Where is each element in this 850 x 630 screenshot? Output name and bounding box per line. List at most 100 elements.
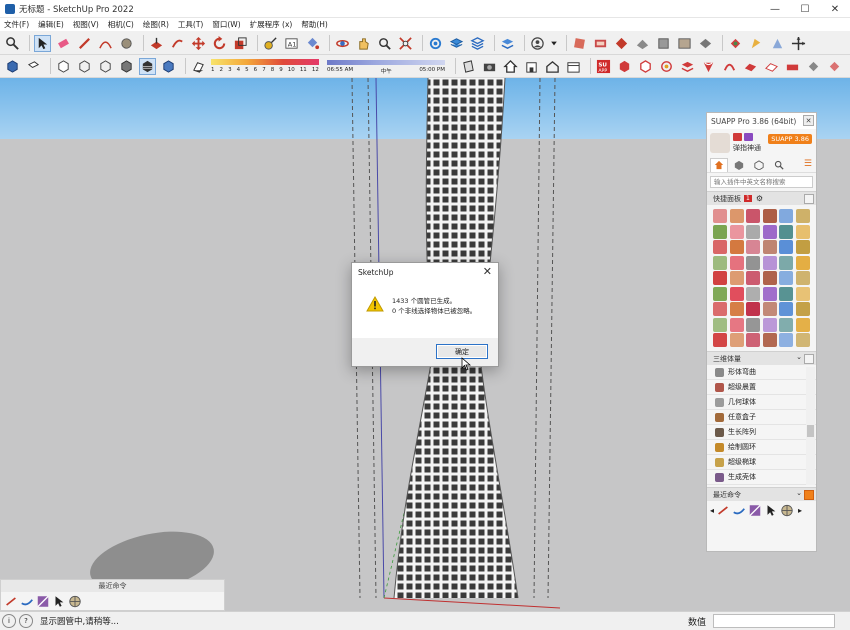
suapp-tool-7-icon[interactable] xyxy=(742,58,759,75)
recent-commands-header[interactable]: 最近命令 ⌄ xyxy=(707,487,816,501)
menu-edit[interactable]: 编辑(E) xyxy=(38,19,64,30)
menu-draw[interactable]: 绘图(R) xyxy=(143,19,169,30)
pan-hand-icon[interactable] xyxy=(355,35,372,52)
menu-window[interactable]: 窗口(W) xyxy=(212,19,240,30)
quick-tool-icon[interactable] xyxy=(779,333,793,347)
suapp-close-button[interactable]: ✕ xyxy=(803,115,814,126)
quick-tool-icon[interactable] xyxy=(762,240,777,254)
tool-plugin-8-icon[interactable] xyxy=(727,35,744,52)
rotate-icon[interactable] xyxy=(211,35,228,52)
quick-tool-icon[interactable] xyxy=(779,271,793,285)
suapp-tool-1-icon[interactable] xyxy=(616,58,633,75)
tool-list-item[interactable]: 绘制圆环 xyxy=(707,440,816,455)
tool-plugin-3-icon[interactable] xyxy=(613,35,630,52)
quick-tool-icon[interactable] xyxy=(713,209,727,223)
zoom-window-icon[interactable] xyxy=(376,35,393,52)
quick-tool-icon[interactable] xyxy=(795,224,810,239)
text-icon[interactable]: A1 xyxy=(283,35,300,52)
quick-tool-icon[interactable] xyxy=(713,286,727,301)
suapp-logo-icon[interactable]: SU APP xyxy=(595,58,612,75)
house-outline-icon[interactable] xyxy=(544,58,561,75)
recent-slash-icon[interactable] xyxy=(36,594,50,608)
scale-icon[interactable] xyxy=(232,35,249,52)
suapp-tool-11-icon[interactable] xyxy=(826,58,843,75)
menu-help[interactable]: 帮助(H) xyxy=(301,19,328,30)
tape-measure-icon[interactable] xyxy=(262,35,279,52)
recent-slash-icon[interactable] xyxy=(748,503,762,517)
avatar[interactable] xyxy=(710,133,730,153)
style-xray-icon[interactable] xyxy=(55,58,72,75)
quick-tool-icon[interactable] xyxy=(779,240,793,254)
quick-tool-icon[interactable] xyxy=(779,255,793,270)
quick-tool-icon[interactable] xyxy=(762,255,777,270)
suapp-tool-5-icon[interactable] xyxy=(700,58,717,75)
suapp-search-input[interactable]: 输入插件中英文名称搜索 xyxy=(710,176,813,188)
shadow-time-slider[interactable]: 06:55 AM 中午 05:00 PM xyxy=(327,57,445,76)
quick-tool-icon[interactable] xyxy=(795,255,810,270)
suapp-tool-3-icon[interactable] xyxy=(658,58,675,75)
tool-plugin-5-icon[interactable] xyxy=(655,35,672,52)
suapp-tool-4-icon[interactable] xyxy=(679,58,696,75)
push-pull-icon[interactable] xyxy=(148,35,165,52)
tool-list-item[interactable]: 超级晨置 xyxy=(707,380,816,395)
quick-tool-icon[interactable] xyxy=(746,240,760,254)
paint-bucket-icon[interactable] xyxy=(304,35,321,52)
maximize-button[interactable]: ☐ xyxy=(790,0,820,18)
layers-icon[interactable] xyxy=(448,35,465,52)
section-3d-massing-header[interactable]: 三维体量 ⌄ xyxy=(707,351,816,365)
zoom-extents-icon[interactable] xyxy=(397,35,414,52)
suapp-tool-9-icon[interactable] xyxy=(784,58,801,75)
style-hidden-line-icon[interactable] xyxy=(97,58,114,75)
quick-tool-icon[interactable] xyxy=(729,317,744,332)
tab-3d[interactable] xyxy=(730,158,748,172)
quick-tool-icon[interactable] xyxy=(762,271,777,285)
quick-tool-icon[interactable] xyxy=(729,302,744,316)
gear-icon[interactable]: ⚙ xyxy=(756,194,763,203)
quick-tool-icon[interactable] xyxy=(795,302,810,316)
select-arrow-icon[interactable] xyxy=(34,34,51,52)
quick-tool-icon[interactable] xyxy=(746,209,760,223)
tool-plugin-7-icon[interactable] xyxy=(697,35,714,52)
style-monochrome-icon[interactable] xyxy=(160,58,177,75)
recent-pipe-icon[interactable] xyxy=(732,503,746,517)
suapp-tool-8-icon[interactable] xyxy=(763,58,780,75)
view-top-icon[interactable] xyxy=(25,58,42,75)
suapp-tool-2-icon[interactable] xyxy=(637,58,654,75)
quick-tool-icon[interactable] xyxy=(729,209,744,223)
quick-tool-icon[interactable] xyxy=(729,286,744,301)
stack-icon[interactable] xyxy=(469,35,486,52)
quick-tool-icon[interactable] xyxy=(746,224,760,239)
follow-me-icon[interactable] xyxy=(169,35,186,52)
quick-tool-icon[interactable] xyxy=(713,271,727,285)
pin-icon[interactable] xyxy=(804,194,814,204)
extension-manager-icon[interactable] xyxy=(499,35,516,52)
tool-plugin-4-icon[interactable] xyxy=(634,35,651,52)
shadow-month-slider[interactable]: 1 2 3 4 5 6 7 8 9 10 11 12 xyxy=(211,57,319,76)
tool-list-item[interactable]: 生成壳体 xyxy=(707,470,816,485)
close-window-button[interactable]: ✕ xyxy=(820,0,850,18)
quick-panel-header[interactable]: 快捷面板 1 ⚙ xyxy=(707,191,816,205)
quick-tool-icon[interactable] xyxy=(729,240,744,254)
minimize-button[interactable]: — xyxy=(760,0,790,18)
tool-plugin-1-icon[interactable] xyxy=(571,35,588,52)
quick-tool-icon[interactable] xyxy=(729,333,744,347)
view-iso-icon[interactable] xyxy=(4,58,21,75)
tool-plugin-10-icon[interactable] xyxy=(769,35,786,52)
section-plane-icon[interactable] xyxy=(460,58,477,75)
menu-camera[interactable]: 相机(C) xyxy=(108,19,134,30)
tool-plugin-2-icon[interactable] xyxy=(592,35,609,52)
quick-tool-icon[interactable] xyxy=(779,317,793,332)
chevron-down-icon[interactable]: ⌄ xyxy=(796,353,802,361)
shape-icon[interactable] xyxy=(118,35,135,52)
chevron-down-icon[interactable]: ⌄ xyxy=(796,489,802,497)
recent-select-icon[interactable] xyxy=(52,594,66,608)
account-icon[interactable] xyxy=(529,35,546,52)
quick-tool-icon[interactable] xyxy=(713,224,727,239)
style-shaded-icon[interactable] xyxy=(118,58,135,75)
quick-tool-icon[interactable] xyxy=(746,286,760,301)
style-textured-icon[interactable] xyxy=(139,57,156,75)
quick-tool-icon[interactable] xyxy=(795,317,810,332)
quick-tool-icon[interactable] xyxy=(795,271,810,285)
scroll-left-icon[interactable]: ◂ xyxy=(710,506,714,515)
pin-icon[interactable] xyxy=(804,354,814,364)
